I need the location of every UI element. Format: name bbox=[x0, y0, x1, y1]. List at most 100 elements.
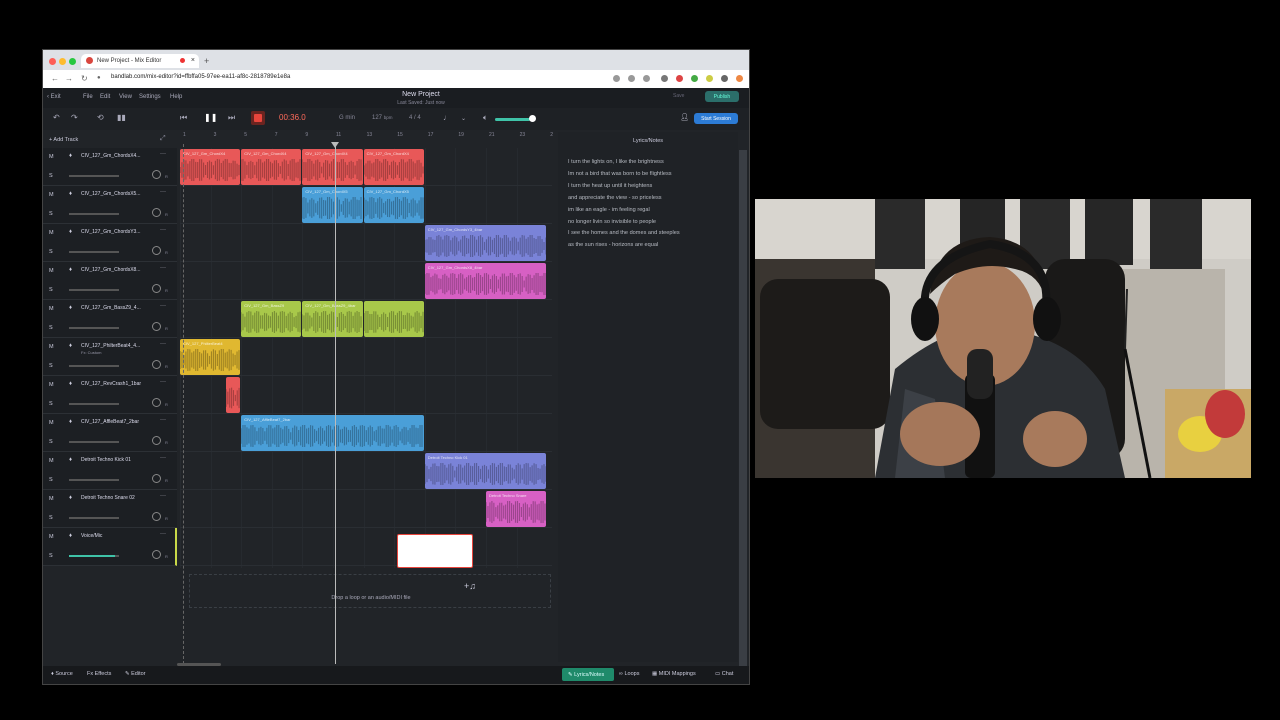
minimize-window-icon[interactable] bbox=[59, 58, 66, 65]
track-header[interactable]: M S ♦ CIV_127_RevCrash1_1bar ··· R bbox=[43, 376, 177, 414]
mute-button[interactable]: M bbox=[49, 154, 54, 160]
audio-clip[interactable]: CIV_127_PhilterBeat4 bbox=[180, 339, 241, 375]
track-volume-slider[interactable] bbox=[69, 555, 119, 557]
track-name[interactable]: Detroit Techno Snare 02 bbox=[81, 495, 135, 501]
audio-clip[interactable]: CIV_127_Gm_BassZ9 bbox=[241, 301, 302, 337]
track-volume-slider[interactable] bbox=[69, 441, 119, 443]
puzzle-icon[interactable] bbox=[721, 75, 728, 82]
extension-icon[interactable] bbox=[691, 75, 698, 82]
solo-button[interactable]: S bbox=[49, 553, 53, 559]
track-header[interactable]: M S ♦ Detroit Techno Snare 02 ··· R bbox=[43, 490, 177, 528]
track-name[interactable]: CIV_127_PhilterBeat4_4... bbox=[81, 343, 140, 349]
mute-button[interactable]: M bbox=[49, 306, 54, 312]
mute-button[interactable]: M bbox=[49, 192, 54, 198]
time-signature[interactable]: 4 / 4 bbox=[409, 115, 421, 121]
start-session-button[interactable]: Start Session bbox=[694, 113, 738, 124]
solo-button[interactable]: S bbox=[49, 477, 53, 483]
track-volume-slider[interactable] bbox=[69, 517, 119, 519]
track-menu-icon[interactable]: ··· bbox=[160, 151, 166, 157]
track-menu-icon[interactable]: ··· bbox=[160, 455, 166, 461]
publish-button[interactable]: Publish bbox=[705, 91, 739, 102]
record-button[interactable] bbox=[251, 111, 265, 125]
pan-knob[interactable] bbox=[152, 436, 161, 445]
audio-clip[interactable]: CIV_127_AffleBeat7_2bar bbox=[241, 415, 424, 451]
lyrics-text-area[interactable]: I turn the lights on, I like the brightn… bbox=[568, 157, 738, 252]
audio-clip[interactable]: CIV_127_Gm_ChordX4 bbox=[241, 149, 302, 185]
skip-forward-icon[interactable]: ⏭ bbox=[228, 113, 235, 123]
audio-clip[interactable]: CIV_127_Gm_ChordsX8_4bar bbox=[424, 263, 547, 299]
track-name[interactable]: CIV_127_Gm_ChordsX4... bbox=[81, 153, 140, 159]
loop-icon[interactable]: ⟲ bbox=[97, 113, 104, 122]
track-header[interactable]: M S ♦ CIV_127_Gm_ChordsX4... ··· R bbox=[43, 148, 177, 186]
pan-knob[interactable] bbox=[152, 208, 161, 217]
track-name[interactable]: CIV_127_Gm_ChordsX5... bbox=[81, 191, 140, 197]
track-volume-slider[interactable] bbox=[69, 403, 119, 405]
track-header[interactable]: M S ♦ CIV_127_Gm_ChordsY3... ··· R bbox=[43, 224, 177, 262]
audio-clip[interactable]: CIV_127_Gm_ChordX4 bbox=[180, 149, 241, 185]
loop-start-marker[interactable] bbox=[183, 144, 184, 664]
pan-knob[interactable] bbox=[152, 512, 161, 521]
back-icon[interactable]: ← bbox=[51, 74, 59, 83]
track-name[interactable]: Detroit Techno Kick 01 bbox=[81, 457, 131, 463]
audio-clip[interactable]: CIV_127_Gm_ChordX5 bbox=[302, 187, 363, 223]
track-volume-slider[interactable] bbox=[69, 327, 119, 329]
editor-button[interactable]: ✎ Editor bbox=[125, 671, 146, 677]
solo-button[interactable]: S bbox=[49, 515, 53, 521]
pan-knob[interactable] bbox=[152, 398, 161, 407]
mute-button[interactable]: M bbox=[49, 230, 54, 236]
browser-tab[interactable]: New Project - Mix Editor × bbox=[81, 54, 199, 68]
extension-icon[interactable] bbox=[628, 75, 635, 82]
track-menu-icon[interactable]: ··· bbox=[160, 417, 166, 423]
track-menu-icon[interactable]: ··· bbox=[160, 303, 166, 309]
pan-knob[interactable] bbox=[152, 170, 161, 179]
expand-icon[interactable]: ⤢ bbox=[160, 135, 166, 143]
mute-button[interactable]: M bbox=[49, 344, 54, 350]
pan-knob[interactable] bbox=[152, 322, 161, 331]
solo-button[interactable]: S bbox=[49, 363, 53, 369]
metronome-icon[interactable]: ▮▮ bbox=[117, 113, 126, 122]
audio-clip[interactable]: Detroit Techno Kick 01 bbox=[424, 453, 547, 489]
pan-knob[interactable] bbox=[152, 284, 161, 293]
solo-button[interactable]: S bbox=[49, 325, 53, 331]
maximize-window-icon[interactable] bbox=[69, 58, 76, 65]
track-header[interactable]: M S ♦ CIV_127_Gm_ChordsX5... ··· R bbox=[43, 186, 177, 224]
extension-icon[interactable] bbox=[706, 75, 713, 82]
audio-clip[interactable]: CIV_127_Gm_ChordX5 bbox=[363, 187, 424, 223]
audio-clip[interactable] bbox=[363, 301, 424, 337]
track-header[interactable]: M S ♦ CIV_127_Gm_BassZ9_4... ··· R bbox=[43, 300, 177, 338]
solo-button[interactable]: S bbox=[49, 439, 53, 445]
reload-icon[interactable]: ↻ bbox=[81, 74, 88, 83]
track-menu-icon[interactable]: ··· bbox=[160, 265, 166, 271]
skip-back-icon[interactable]: ⏮ bbox=[180, 113, 187, 123]
url-field[interactable]: bandlab.com/mix-editor?id=ffbffa05-97ee-… bbox=[111, 74, 290, 80]
mute-button[interactable]: M bbox=[49, 420, 54, 426]
pan-knob[interactable] bbox=[152, 360, 161, 369]
track-name[interactable]: CIV_127_Gm_ChordsX8... bbox=[81, 267, 140, 273]
track-lane[interactable] bbox=[180, 528, 552, 566]
pan-knob[interactable] bbox=[152, 550, 161, 559]
mute-button[interactable]: M bbox=[49, 268, 54, 274]
track-menu-icon[interactable]: ··· bbox=[160, 379, 166, 385]
track-menu-icon[interactable]: ··· bbox=[160, 341, 166, 347]
solo-button[interactable]: S bbox=[49, 287, 53, 293]
chevron-down-icon[interactable]: ⌄ bbox=[461, 115, 466, 122]
close-tab-icon[interactable]: × bbox=[191, 57, 195, 64]
source-button[interactable]: ♦ Source bbox=[51, 671, 73, 677]
lyrics-notes-button[interactable]: ✎ Lyrics/Notes bbox=[562, 668, 614, 681]
timeline-ruler[interactable]: 1 3 5 7 9 11 13 15 17 19 21 23 2 bbox=[180, 132, 553, 142]
audio-clip[interactable]: CIV_127_Gm_ChordX4 bbox=[302, 149, 363, 185]
extension-icon[interactable] bbox=[676, 75, 683, 82]
tempo-display[interactable]: 127 bpm bbox=[372, 115, 392, 121]
forward-icon[interactable]: → bbox=[65, 74, 73, 83]
mute-button[interactable]: M bbox=[49, 496, 54, 502]
key-display[interactable]: G min bbox=[339, 115, 355, 121]
redo-icon[interactable]: ↷ bbox=[71, 113, 78, 122]
mic-icon[interactable] bbox=[613, 75, 620, 82]
bookmark-star-icon[interactable] bbox=[643, 75, 650, 82]
track-header[interactable]: M S ♦ CIV_127_AffleBeat7_2bar ··· R bbox=[43, 414, 177, 452]
chat-button[interactable]: ▭ Chat bbox=[715, 671, 733, 677]
save-button[interactable]: Save bbox=[673, 93, 684, 99]
track-name[interactable]: CIV_127_RevCrash1_1bar bbox=[81, 381, 141, 387]
playhead[interactable] bbox=[335, 144, 336, 664]
fx-effects-button[interactable]: Fx Effects bbox=[87, 671, 111, 677]
